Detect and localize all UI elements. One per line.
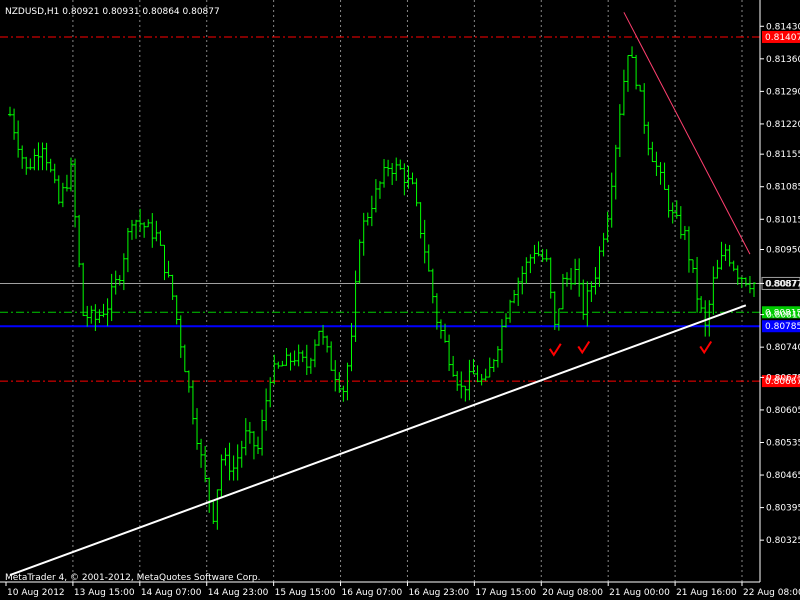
- price-tick-label: 0.81360: [766, 55, 800, 65]
- price-tick-label: 0.80950: [766, 245, 800, 255]
- chart-background: [0, 0, 800, 600]
- price-tick-label: 0.80740: [766, 343, 800, 353]
- time-tick-label: 22 Aug 08:00: [743, 588, 800, 598]
- price-tick-label: 0.81430: [766, 22, 800, 32]
- time-tick-label: 20 Aug 08:00: [542, 588, 603, 598]
- price-tick-label: 0.80605: [766, 406, 800, 416]
- price-tick-label: 0.80325: [766, 536, 800, 546]
- symbol-info: NZDUSD,H1 0.80921 0.80931 0.80864 0.8087…: [5, 7, 220, 17]
- time-tick-label: 10 Aug 2012: [7, 588, 65, 598]
- price-tick-label: 0.81220: [766, 120, 800, 130]
- price-tick-label: 0.81155: [766, 150, 800, 160]
- time-tick-label: 21 Aug 16:00: [676, 588, 737, 598]
- price-tick-label: 0.81290: [766, 87, 800, 97]
- time-tick-label: 21 Aug 00:00: [609, 588, 670, 598]
- price-tick-label: 0.80395: [766, 504, 800, 514]
- price-tick-label: 0.80810: [766, 311, 800, 321]
- price-tick-label: 0.80535: [766, 438, 800, 448]
- time-tick-label: 16 Aug 23:00: [408, 588, 469, 598]
- level-price-label: 0.81407: [765, 33, 800, 43]
- price-tick-label: 0.80675: [766, 373, 800, 383]
- time-tick-label: 16 Aug 07:00: [342, 588, 403, 598]
- price-tick-label: 0.80465: [766, 471, 800, 481]
- copyright-text: MetaTrader 4, © 2001-2012, MetaQuotes So…: [5, 573, 261, 583]
- time-tick-label: 17 Aug 15:00: [475, 588, 536, 598]
- time-tick-label: 14 Aug 07:00: [141, 588, 202, 598]
- time-tick-label: 13 Aug 15:00: [74, 588, 135, 598]
- price-tick-label: 0.81015: [766, 215, 800, 225]
- time-tick-label: 14 Aug 23:00: [208, 588, 269, 598]
- level-price-label: 0.80785: [765, 322, 800, 332]
- price-tick-label: 0.81085: [766, 183, 800, 193]
- price-chart[interactable]: 0.808770.814070.808150.807850.80667 0.81…: [0, 0, 800, 600]
- time-tick-label: 15 Aug 15:00: [275, 588, 336, 598]
- price-tick-label: 0.80877: [766, 279, 800, 289]
